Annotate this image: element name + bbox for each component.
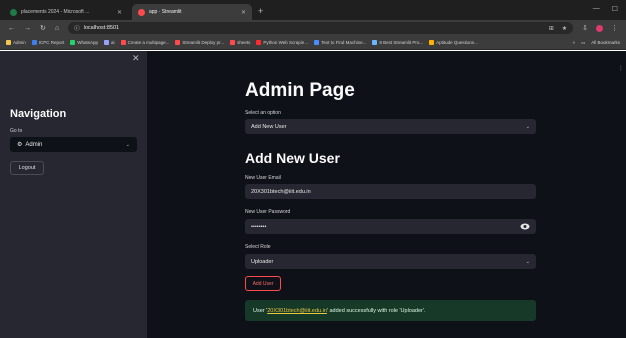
chevron-down-icon: ⌄: [525, 123, 530, 130]
bookmark-label: Python Web Scrapin...: [263, 40, 309, 45]
goto-label: Go to: [10, 128, 23, 134]
bookmark-star-icon[interactable]: ★: [562, 25, 567, 32]
chevron-down-icon: ⌄: [525, 258, 530, 265]
bookmark-label: Text to Find Machine...: [321, 40, 367, 45]
bookmark-favicon-icon: [175, 40, 181, 45]
role-select[interactable]: Uploader ⌄: [245, 254, 536, 269]
bookmark-favicon-icon: [31, 40, 37, 45]
new-tab-icon[interactable]: +: [258, 6, 263, 16]
close-sidebar-icon[interactable]: ✕: [132, 53, 140, 64]
bookmark-item[interactable]: Admin: [6, 40, 26, 45]
success-alert: User ' 20X301btech@iiit.edu.in ' added s…: [245, 300, 536, 321]
bookmark-favicon-icon: [70, 40, 76, 45]
bookmarks-overflow-icon[interactable]: »: [572, 40, 575, 45]
bookmarks-overflow: » ▭ All Bookmarks: [572, 40, 620, 46]
bookmark-label: ai: [111, 40, 115, 45]
browser-tab-placements[interactable]: placements 2024 - Microsoft ... ✕: [4, 4, 128, 20]
maximize-icon[interactable]: ☐: [612, 5, 618, 13]
tab-title: app · Streamlit: [149, 9, 182, 15]
downloads-icon[interactable]: ⇩: [582, 24, 588, 32]
bookmark-label: ICPC Report: [38, 40, 65, 45]
bookmark-item[interactable]: WhatsApp: [70, 40, 98, 45]
extensions-icon[interactable]: ⊞: [549, 25, 554, 32]
chevron-down-icon: ⌄: [125, 141, 130, 148]
bookmark-item[interactable]: Create a multipage...: [120, 40, 170, 45]
bookmark-item[interactable]: Python Web Scrapin...: [256, 40, 308, 45]
more-options-icon[interactable]: ⋮: [618, 65, 624, 72]
email-label: New User Email: [245, 175, 281, 181]
tab-close-icon[interactable]: ✕: [117, 9, 122, 16]
bookmark-favicon-icon: [230, 40, 236, 45]
minimize-icon[interactable]: —: [593, 5, 600, 13]
role-label: Select Role: [245, 244, 271, 250]
tab-title: placements 2024 - Microsoft ...: [21, 9, 90, 15]
bookmark-label: WhatsApp: [77, 40, 99, 45]
sidebar-title: Navigation: [10, 108, 67, 120]
all-bookmarks-link[interactable]: All Bookmarks: [591, 40, 620, 45]
add-user-button[interactable]: Add User: [245, 276, 281, 291]
bookmark-item[interactable]: 8 Best Streamlit Pro...: [372, 40, 423, 45]
streamlit-favicon-icon: [138, 8, 145, 16]
streamlit-app: ✕ Navigation Go to ⚙ Admin ⌄ Logout ⋮ Ad…: [0, 51, 626, 338]
excel-favicon-icon: [10, 8, 17, 16]
role-select-value: Uploader: [251, 258, 274, 265]
bookmarks-bar: Admin ICPC Report WhatsApp ai Create a multi…: [0, 36, 626, 50]
bookmark-item[interactable]: Streamlit Deploy pr...: [175, 40, 224, 45]
profile-avatar-icon[interactable]: [596, 24, 603, 32]
bookmark-label: Admin: [13, 40, 26, 45]
show-password-eye-icon[interactable]: [520, 223, 530, 230]
browser-tab-strip: placements 2024 - Microsoft ... ✕ app · …: [0, 0, 626, 20]
bookmark-item[interactable]: ICPC Report: [31, 40, 65, 45]
bookmark-favicon-icon: [429, 40, 435, 45]
email-field[interactable]: 20X301btech@iiit.edu.in: [245, 184, 536, 199]
browser-tab-streamlit[interactable]: app · Streamlit ✕: [132, 4, 252, 20]
bookmark-favicon-icon: [120, 40, 126, 45]
bookmark-item[interactable]: Aptitude Questions...: [429, 40, 478, 45]
bookmark-label: sheets: [237, 40, 251, 45]
page-select[interactable]: ⚙ Admin ⌄: [10, 137, 137, 152]
bookmark-item[interactable]: ai: [104, 40, 115, 45]
logout-button[interactable]: Logout: [10, 161, 44, 175]
password-label: New User Password: [245, 209, 291, 215]
bookmark-favicon-icon: [256, 40, 262, 45]
success-suffix: ' added successfully with role 'Uploader…: [326, 307, 426, 314]
site-info-icon[interactable]: ⓘ: [74, 24, 80, 32]
tab-close-icon[interactable]: ✕: [241, 9, 246, 16]
bookmark-label: Create a multipage...: [127, 40, 170, 45]
browser-toolbar: ← → ↻ ⌂ ⓘ localhost:8501 ⊞ ★ ⇩ ⋮: [0, 20, 626, 36]
success-email-link[interactable]: 20X301btech@iiit.edu.in: [267, 308, 327, 314]
page-select-value: Admin: [25, 141, 43, 148]
address-bar[interactable]: ⓘ localhost:8501 ⊞ ★: [68, 22, 574, 34]
menu-kebab-icon[interactable]: ⋮: [611, 24, 618, 32]
password-value: ••••••••: [251, 223, 267, 230]
sidebar: ✕ Navigation Go to ⚙ Admin ⌄ Logout: [0, 51, 147, 338]
bookmark-label: Aptitude Questions...: [436, 40, 478, 45]
forward-icon[interactable]: →: [24, 25, 31, 32]
section-title: Add New User: [245, 150, 340, 166]
url-text: localhost:8501: [83, 25, 120, 31]
select-option-label: Select an option: [245, 110, 281, 116]
bookmark-label: Streamlit Deploy pr...: [182, 40, 225, 45]
password-field[interactable]: ••••••••: [245, 219, 536, 234]
home-icon[interactable]: ⌂: [55, 25, 59, 32]
bookmark-item[interactable]: sheets: [230, 40, 250, 45]
reload-icon[interactable]: ↻: [40, 24, 46, 32]
bookmark-favicon-icon: [372, 40, 378, 45]
bookmark-favicon-icon: [104, 40, 110, 45]
gear-icon: ⚙: [17, 142, 23, 148]
window-controls: — ☐: [593, 5, 618, 13]
bookmark-favicon-icon: [314, 40, 320, 45]
folder-icon: ▭: [580, 39, 586, 45]
success-prefix: User ': [253, 307, 268, 314]
page-title: Admin Page: [245, 80, 355, 101]
email-value: 20X301btech@iiit.edu.in: [251, 188, 311, 195]
action-select[interactable]: Add New User ⌄: [245, 119, 536, 134]
action-select-value: Add New User: [251, 123, 287, 130]
bookmark-favicon-icon: [6, 40, 11, 45]
back-icon[interactable]: ←: [8, 25, 15, 32]
bookmark-item[interactable]: Text to Find Machine...: [314, 40, 366, 45]
bookmark-label: 8 Best Streamlit Pro...: [379, 40, 424, 45]
main-content: Admin Page Select an option Add New User…: [245, 51, 536, 338]
